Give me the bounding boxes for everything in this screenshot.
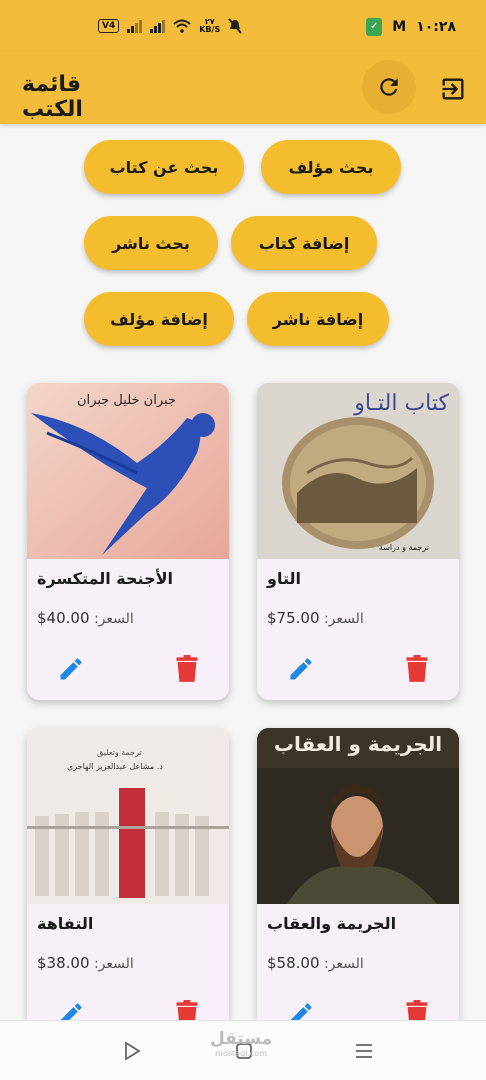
add-book-button[interactable]: إضافة كتاب <box>231 216 377 270</box>
delete-icon[interactable] <box>175 655 199 683</box>
network-badge: V4 <box>98 19 120 33</box>
book-cover: ترجمة وتعليق د. مشاعل عبدالعزيز الهاجري <box>27 728 229 904</box>
book-cover: كتاب التـاو ترجمة و دراسة <box>257 383 459 559</box>
status-right: ✓ M ١٠:٢٨ <box>366 18 456 36</box>
mute-icon <box>228 18 242 34</box>
book-card[interactable]: جبران خليل جبران الأجنحة المتكسرة السعر:… <box>27 383 229 700</box>
book-cover-title: الجريمة و العقاب <box>273 732 443 756</box>
book-cover-title: كتاب التـاو <box>354 391 449 416</box>
edit-icon[interactable] <box>287 655 315 683</box>
book-title: الجريمة والعقاب <box>267 914 397 933</box>
delete-icon[interactable] <box>405 1000 429 1020</box>
delete-icon[interactable] <box>405 655 429 683</box>
data-speed: ٢٧ KB/S <box>199 17 221 34</box>
watermark: مستقل mostaql.com <box>210 1029 273 1058</box>
book-price: السعر: 75.00$ <box>267 609 364 627</box>
search-publisher-button[interactable]: بحث ناشر <box>84 216 218 270</box>
book-cover-subtitle: ترجمة و دراسة <box>378 543 429 552</box>
book-cover-title: جبران خليل جبران <box>77 393 176 408</box>
status-indicators: V4 ٢٧ KB/S <box>98 18 242 34</box>
book-card[interactable]: الجريمة و العقاب الجريمة والعقاب السعر: … <box>257 728 459 1020</box>
back-icon[interactable] <box>120 1039 144 1063</box>
refresh-button[interactable] <box>362 60 416 114</box>
edit-icon[interactable] <box>57 655 85 683</box>
add-author-button[interactable]: إضافة مؤلف <box>84 292 234 346</box>
book-price: السعر: 38.00$ <box>37 954 134 972</box>
edit-icon[interactable] <box>57 1000 85 1020</box>
app-bar: قائمة الكتب <box>0 56 486 124</box>
search-author-button[interactable]: بحث مؤلف <box>261 140 401 194</box>
book-price: السعر: 40.00$ <box>37 609 134 627</box>
book-cover-title: ترجمة وتعليق <box>97 748 142 757</box>
add-publisher-button[interactable]: إضافة ناشر <box>247 292 389 346</box>
status-bar: V4 ٢٧ KB/S ✓ M ١٠:٢٨ <box>0 0 486 60</box>
book-cover-subtitle: د. مشاعل عبدالعزيز الهاجري <box>67 762 163 771</box>
book-card[interactable]: كتاب التـاو ترجمة و دراسة التاو السعر: 7… <box>257 383 459 700</box>
book-title: التفاهة <box>37 914 94 933</box>
menu-icon[interactable] <box>352 1039 376 1063</box>
system-nav-bar: مستقل mostaql.com <box>0 1020 486 1080</box>
book-cover: الجريمة و العقاب <box>257 728 459 904</box>
book-card[interactable]: ترجمة وتعليق د. مشاعل عبدالعزيز الهاجري … <box>27 728 229 1020</box>
logout-button[interactable] <box>432 68 474 110</box>
gmail-icon: M <box>392 19 407 35</box>
book-cover: جبران خليل جبران <box>27 383 229 559</box>
clock: ١٠:٢٨ <box>416 19 456 35</box>
wifi-icon <box>173 19 191 33</box>
book-price: السعر: 58.00$ <box>267 954 364 972</box>
delete-icon[interactable] <box>175 1000 199 1020</box>
edit-icon[interactable] <box>287 1000 315 1020</box>
refresh-icon <box>380 78 398 96</box>
search-book-button[interactable]: بحث عن كتاب <box>84 140 244 194</box>
book-title: الأجنحة المتكسرة <box>37 569 173 588</box>
logout-icon <box>442 78 464 100</box>
signal-icon-2 <box>150 19 166 33</box>
signal-icon <box>127 19 143 33</box>
shield-icon: ✓ <box>366 18 383 36</box>
book-title: التاو <box>267 569 301 588</box>
book-cover-art <box>27 383 229 559</box>
page-title: قائمة الكتب <box>22 72 83 122</box>
